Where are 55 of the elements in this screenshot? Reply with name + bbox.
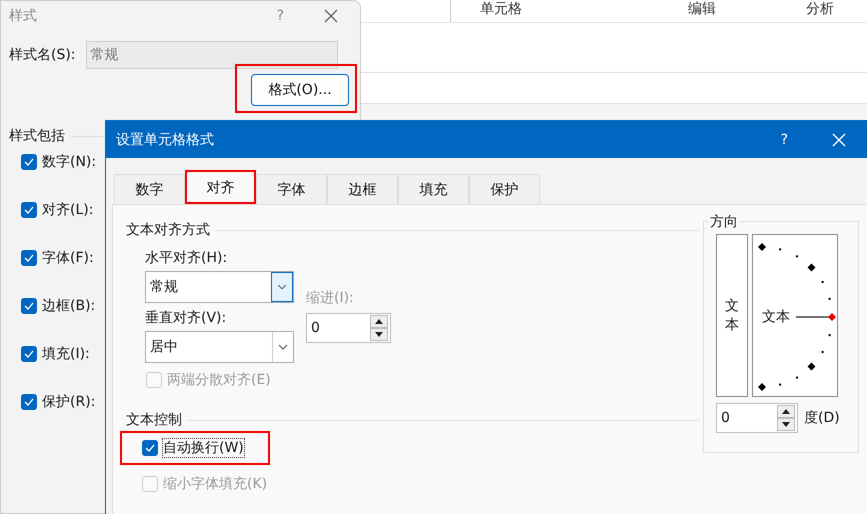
checkmark-icon	[24, 302, 34, 310]
checkbox[interactable]	[21, 250, 37, 266]
style-name-label: 样式名(S):	[9, 46, 76, 64]
checkmark-icon	[24, 158, 34, 166]
tab[interactable]: 数字	[114, 174, 185, 204]
checkbox-label: 字体(F):	[42, 249, 94, 267]
field-label: 垂直对齐(V):	[145, 309, 228, 327]
checkmark-icon	[145, 444, 155, 452]
tab[interactable]: 字体	[256, 174, 327, 204]
checkmark-icon	[24, 254, 34, 262]
ribbon-group-label: 单元格	[480, 0, 522, 18]
dial-text: 文本	[762, 308, 790, 326]
spinner-field[interactable]: 0	[716, 403, 798, 433]
tab[interactable]: 保护	[469, 174, 540, 204]
field-label: 度(D)	[804, 409, 840, 427]
checkbox-label: 对齐(L):	[42, 201, 94, 219]
format-button[interactable]: 格式(O)...	[251, 74, 349, 106]
group-title: 文本控制	[126, 411, 182, 429]
checkbox-label: 缩小字体填充(K)	[163, 475, 268, 493]
close-icon[interactable]	[324, 9, 338, 23]
field-label: 水平对齐(H):	[145, 249, 228, 267]
checkmark-icon	[24, 206, 34, 214]
orientation-dial[interactable]: 文本	[752, 234, 838, 397]
spinner-arrows-icon[interactable]	[777, 405, 795, 431]
checkbox[interactable]	[142, 440, 158, 456]
checkbox[interactable]	[21, 298, 37, 314]
checkbox[interactable]	[21, 202, 37, 218]
group-title: 样式包括	[9, 127, 65, 145]
field-label: 缩进(I):	[306, 289, 355, 307]
ribbon-group-label: 分析	[806, 0, 834, 18]
checkbox-label: 边框(B):	[42, 297, 96, 315]
ribbon-group-label: 编辑	[688, 0, 716, 18]
tab[interactable]: 对齐	[185, 170, 256, 204]
checkbox-label: 填充(I):	[42, 345, 90, 363]
checkmark-icon	[24, 398, 34, 406]
tab[interactable]: 填充	[398, 174, 469, 204]
checkbox[interactable]	[21, 346, 37, 362]
dropdown[interactable]: 常规	[145, 271, 294, 303]
checkbox-label: 两端分散对齐(E)	[167, 371, 271, 389]
style-name-field[interactable]: 常规	[86, 41, 338, 69]
checkbox-label: 保护(R):	[42, 393, 96, 411]
group-title: 方向	[708, 213, 740, 231]
group-title: 文本对齐方式	[126, 221, 210, 239]
checkbox-label: 数字(N):	[42, 153, 96, 171]
checkmark-icon	[24, 350, 34, 358]
window-title: 设置单元格格式	[116, 130, 215, 148]
checkbox[interactable]	[21, 154, 37, 170]
vertical-text-button[interactable]: 文本	[716, 234, 748, 397]
tab[interactable]: 边框	[327, 174, 398, 204]
checkbox-label: 自动换行(W)	[163, 439, 244, 457]
help-button[interactable]: ?	[780, 132, 788, 148]
dropdown[interactable]: 居中	[145, 331, 294, 363]
spinner-arrows-icon[interactable]	[370, 315, 388, 341]
window-title: 样式	[9, 7, 38, 25]
checkbox[interactable]	[21, 394, 37, 410]
